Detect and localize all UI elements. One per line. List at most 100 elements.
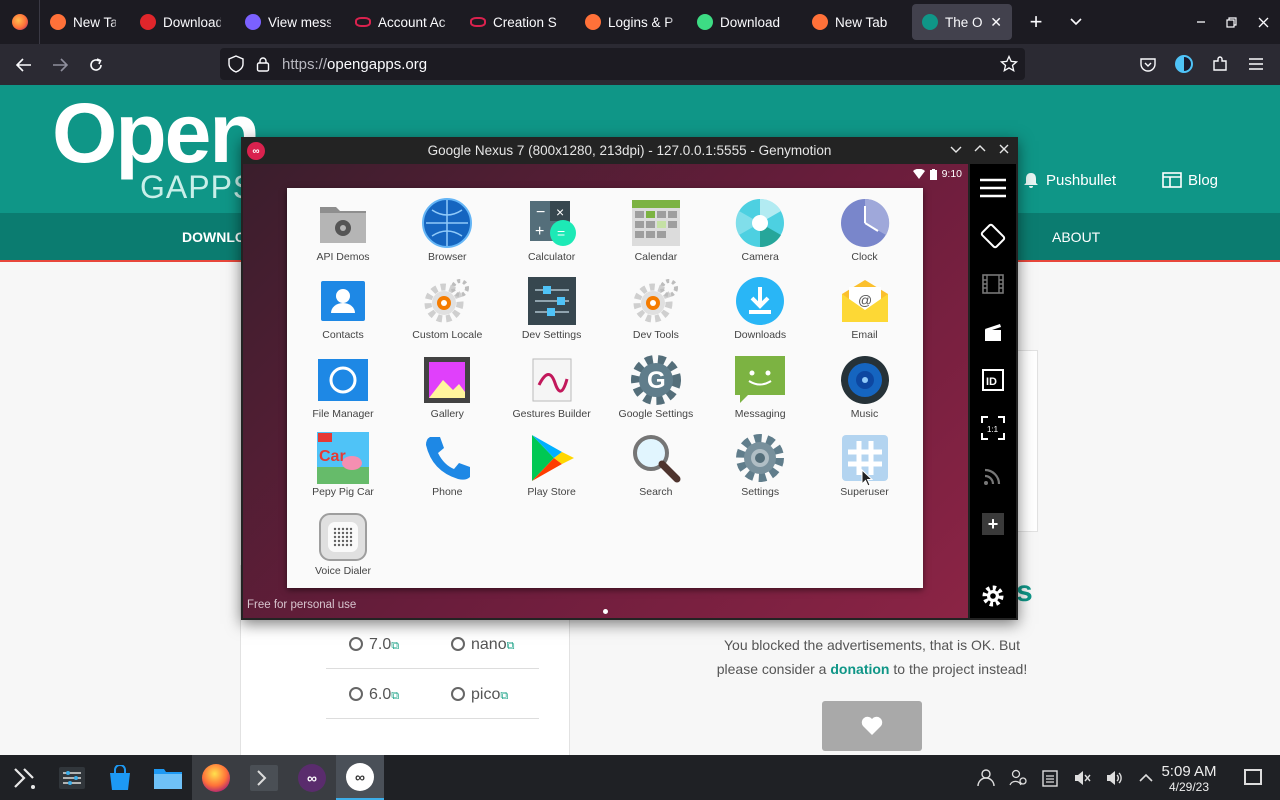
nav-about[interactable]: ABOUT — [1052, 229, 1100, 245]
app-launcher-button[interactable] — [0, 755, 48, 800]
file-manager-icon — [316, 355, 370, 405]
donate-button[interactable] — [822, 701, 922, 751]
new-tab-button[interactable]: + — [1016, 0, 1056, 44]
app-settings[interactable]: Settings — [708, 427, 812, 505]
firefox-view-button[interactable] — [0, 0, 40, 44]
tray-users[interactable] — [1004, 755, 1032, 800]
app-clock[interactable]: Clock — [813, 192, 917, 270]
clock[interactable]: 5:09 AM 4/29/23 — [1152, 763, 1226, 794]
menu-button[interactable] — [970, 164, 1016, 212]
maximize-button[interactable] — [972, 141, 988, 160]
restore-window-button[interactable] — [1216, 0, 1246, 44]
chevron-up-icon — [974, 145, 986, 152]
taskbar-genymotion-player[interactable]: ∞ — [336, 755, 384, 800]
device-id-button[interactable]: ID — [970, 356, 1016, 404]
capture-button[interactable] — [970, 260, 1016, 308]
taskbar-system-settings[interactable] — [48, 755, 96, 800]
app-file-manager[interactable]: File Manager — [291, 349, 395, 427]
taskbar-genymotion[interactable]: ∞ — [288, 755, 336, 800]
settings-button[interactable] — [970, 572, 1016, 620]
wifi-button[interactable] — [970, 452, 1016, 500]
url-text[interactable]: https://opengapps.org — [282, 56, 427, 73]
tab-8[interactable]: New Tab — [802, 0, 908, 44]
app-voice-dialer[interactable]: Voice Dialer — [291, 506, 395, 584]
app-music[interactable]: Music — [813, 349, 917, 427]
app-superuser[interactable]: Superuser — [813, 427, 917, 505]
show-desktop-button[interactable] — [1244, 769, 1262, 785]
taskbar-konsole[interactable] — [240, 755, 288, 800]
minimize-window-button[interactable] — [1186, 0, 1216, 44]
app-dev-settings[interactable]: Dev Settings — [500, 270, 604, 348]
app-play-store[interactable]: Play Store — [500, 427, 604, 505]
screencast-button[interactable] — [970, 308, 1016, 356]
forward-button[interactable] — [42, 49, 78, 81]
app-dev-tools[interactable]: Dev Tools — [604, 270, 708, 348]
app-gallery[interactable]: Gallery — [395, 349, 499, 427]
tray-mute[interactable] — [1068, 755, 1096, 800]
android-screen[interactable]: 9:10 API Demos Browser − × + = Calculator Calen… — [243, 164, 968, 618]
tray-volume[interactable] — [1100, 755, 1128, 800]
tab-4[interactable]: Account Ac — [345, 0, 456, 44]
tab-1[interactable]: New Tab — [40, 0, 126, 44]
tab-title: The Ope — [945, 14, 983, 30]
close-button[interactable] — [996, 141, 1012, 160]
gear-icon — [420, 276, 474, 326]
header-link-blog[interactable]: Blog — [1162, 171, 1218, 189]
donation-link[interactable]: donation — [830, 661, 889, 677]
app-menu-button[interactable] — [1238, 48, 1274, 80]
app-email[interactable]: @ Email — [813, 270, 917, 348]
app-gestures-builder[interactable]: Gestures Builder — [500, 349, 604, 427]
app-search[interactable]: Search — [604, 427, 708, 505]
app-downloads[interactable]: Downloads — [708, 270, 812, 348]
tray-user[interactable] — [972, 755, 1000, 800]
back-button[interactable] — [6, 49, 42, 81]
variant-option-7-0[interactable]: 7.0⧉ — [349, 636, 399, 654]
genymotion-titlebar[interactable]: ∞ Google Nexus 7 (800x1280, 213dpi) - 12… — [241, 137, 1018, 164]
app-pepy-pig-car[interactable]: Car Pepy Pig Car — [291, 427, 395, 505]
pixel-perfect-button[interactable]: 1:1 — [970, 404, 1016, 452]
tab-3[interactable]: View mess — [235, 0, 341, 44]
close-window-button[interactable] — [1246, 0, 1280, 44]
tray-clipboard[interactable] — [1036, 755, 1064, 800]
tab-5[interactable]: Creation S — [460, 0, 571, 44]
app-camera[interactable]: Camera — [708, 192, 812, 270]
taskbar-dolphin[interactable] — [144, 755, 192, 800]
minimize-button[interactable] — [948, 141, 964, 160]
bookmark-star-icon[interactable] — [1000, 55, 1018, 73]
header-link-pushbullet[interactable]: Pushbullet — [1022, 171, 1116, 189]
account-button[interactable] — [1166, 48, 1202, 80]
app-phone[interactable]: Phone — [395, 427, 499, 505]
hamburger-icon — [1249, 58, 1263, 70]
taskbar-firefox[interactable] — [192, 755, 240, 800]
tab-7[interactable]: Download — [687, 0, 798, 44]
app-google-settings[interactable]: G Google Settings — [604, 349, 708, 427]
variant-option-6-0[interactable]: 6.0⧉ — [349, 686, 399, 704]
reload-button[interactable] — [78, 49, 114, 81]
nav-download[interactable]: DOWNLO — [182, 229, 246, 245]
rotate-button[interactable] — [970, 212, 1016, 260]
close-tab-icon[interactable]: ✕ — [990, 14, 1002, 31]
app-contacts[interactable]: Contacts — [291, 270, 395, 348]
url-bar[interactable]: https://opengapps.org — [220, 48, 1025, 80]
users-icon — [1009, 769, 1027, 785]
app-custom-locale[interactable]: Custom Locale — [395, 270, 499, 348]
taskbar-discover[interactable] — [96, 755, 144, 800]
site-logo[interactable]: Open GAPPS — [52, 86, 261, 209]
variant-option-nano[interactable]: nano⧉ — [451, 636, 514, 654]
app-browser[interactable]: Browser — [395, 192, 499, 270]
tab-9[interactable]: The Ope ✕ — [912, 4, 1012, 40]
app-calculator[interactable]: − × + = Calculator — [500, 192, 604, 270]
lock-icon[interactable] — [256, 56, 270, 72]
pocket-button[interactable] — [1130, 48, 1166, 80]
variant-option-pico[interactable]: pico⧉ — [451, 686, 508, 704]
plus-button[interactable]: + — [970, 500, 1016, 548]
app-calendar[interactable]: Calendar — [604, 192, 708, 270]
list-all-tabs-button[interactable] — [1056, 0, 1096, 44]
extensions-button[interactable] — [1202, 48, 1238, 80]
app-api-demos[interactable]: API Demos — [291, 192, 395, 270]
tab-2[interactable]: Download — [130, 0, 231, 44]
shield-icon[interactable] — [228, 55, 244, 73]
app-label: Voice Dialer — [314, 564, 372, 577]
app-messaging[interactable]: Messaging — [708, 349, 812, 427]
tab-6[interactable]: Logins & P — [575, 0, 683, 44]
